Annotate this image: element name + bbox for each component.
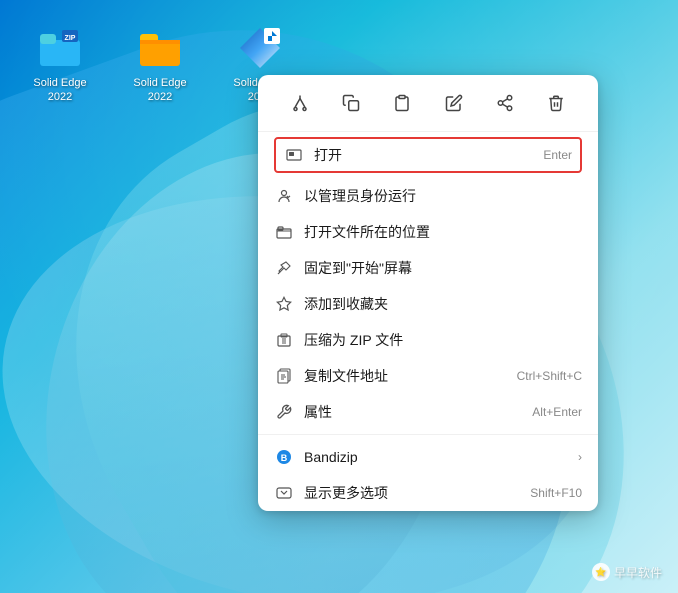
folder-location-icon bbox=[274, 222, 294, 242]
menu-item-open[interactable]: 打开 Enter bbox=[274, 137, 582, 173]
star-icon bbox=[274, 294, 294, 314]
folder-icon-label: Solid Edge2022 bbox=[133, 76, 186, 105]
bandizip-icon: B bbox=[274, 447, 294, 467]
desktop-icon-zip[interactable]: ZIP Solid Edge2022 bbox=[20, 20, 100, 109]
more-options-label: 显示更多选项 bbox=[304, 483, 530, 503]
menu-item-compress-zip[interactable]: 压缩为 ZIP 文件 bbox=[258, 322, 598, 358]
bandizip-arrow: › bbox=[578, 450, 582, 464]
toolbar-delete-button[interactable] bbox=[538, 85, 574, 121]
svg-text:B: B bbox=[281, 453, 288, 463]
toolbar-paste-button[interactable] bbox=[384, 85, 420, 121]
add-favorites-label: 添加到收藏夹 bbox=[304, 294, 582, 314]
bandizip-label: Bandizip bbox=[304, 449, 578, 465]
menu-item-add-favorites[interactable]: 添加到收藏夹 bbox=[258, 286, 598, 322]
menu-open-wrapper: 打开 Enter bbox=[258, 132, 598, 178]
zip-icon-image: ZIP bbox=[36, 24, 84, 72]
folder-icon-image bbox=[136, 24, 184, 72]
context-toolbar bbox=[258, 75, 598, 132]
pin-icon bbox=[274, 258, 294, 278]
copy-path-icon bbox=[274, 366, 294, 386]
menu-divider-1 bbox=[258, 434, 598, 435]
menu-item-run-admin[interactable]: 以管理员身份运行 bbox=[258, 178, 598, 214]
svg-text:ZIP: ZIP bbox=[65, 35, 76, 42]
toolbar-share-button[interactable] bbox=[487, 85, 523, 121]
toolbar-cut-button[interactable] bbox=[282, 85, 318, 121]
properties-label: 属性 bbox=[304, 402, 532, 422]
admin-icon bbox=[274, 186, 294, 206]
se-icon-image bbox=[236, 24, 284, 72]
watermark: ⭐ 早早软件 bbox=[592, 563, 662, 581]
open-icon bbox=[284, 145, 304, 165]
more-options-icon bbox=[274, 483, 294, 503]
context-menu: 打开 Enter 以管理员身份运行 bbox=[258, 75, 598, 511]
toolbar-rename-button[interactable] bbox=[436, 85, 472, 121]
open-shortcut: Enter bbox=[543, 148, 572, 162]
copy-path-shortcut: Ctrl+Shift+C bbox=[517, 369, 582, 383]
wrench-icon bbox=[274, 402, 294, 422]
open-label: 打开 bbox=[314, 145, 543, 165]
compress-zip-label: 压缩为 ZIP 文件 bbox=[304, 330, 582, 350]
pin-start-label: 固定到"开始"屏幕 bbox=[304, 258, 582, 278]
menu-item-open-location[interactable]: 打开文件所在的位置 bbox=[258, 214, 598, 250]
properties-shortcut: Alt+Enter bbox=[532, 405, 582, 419]
copy-path-label: 复制文件地址 bbox=[304, 366, 517, 386]
desktop-icon-folder[interactable]: Solid Edge2022 bbox=[120, 20, 200, 109]
compress-zip-icon bbox=[274, 330, 294, 350]
menu-item-bandizip[interactable]: B Bandizip › bbox=[258, 439, 598, 475]
menu-item-properties[interactable]: 属性 Alt+Enter bbox=[258, 394, 598, 430]
toolbar-copy-button[interactable] bbox=[333, 85, 369, 121]
more-options-shortcut: Shift+F10 bbox=[530, 486, 582, 500]
zip-icon-label: Solid Edge2022 bbox=[33, 76, 86, 105]
desktop: ZIP Solid Edge2022 Solid Edge2022 bbox=[0, 0, 678, 593]
run-admin-label: 以管理员身份运行 bbox=[304, 186, 582, 206]
watermark-icon: ⭐ bbox=[592, 563, 610, 581]
menu-item-pin-start[interactable]: 固定到"开始"屏幕 bbox=[258, 250, 598, 286]
menu-item-copy-path[interactable]: 复制文件地址 Ctrl+Shift+C bbox=[258, 358, 598, 394]
menu-item-more-options[interactable]: 显示更多选项 Shift+F10 bbox=[258, 475, 598, 511]
open-location-label: 打开文件所在的位置 bbox=[304, 222, 582, 242]
watermark-text: 早早软件 bbox=[614, 564, 662, 581]
